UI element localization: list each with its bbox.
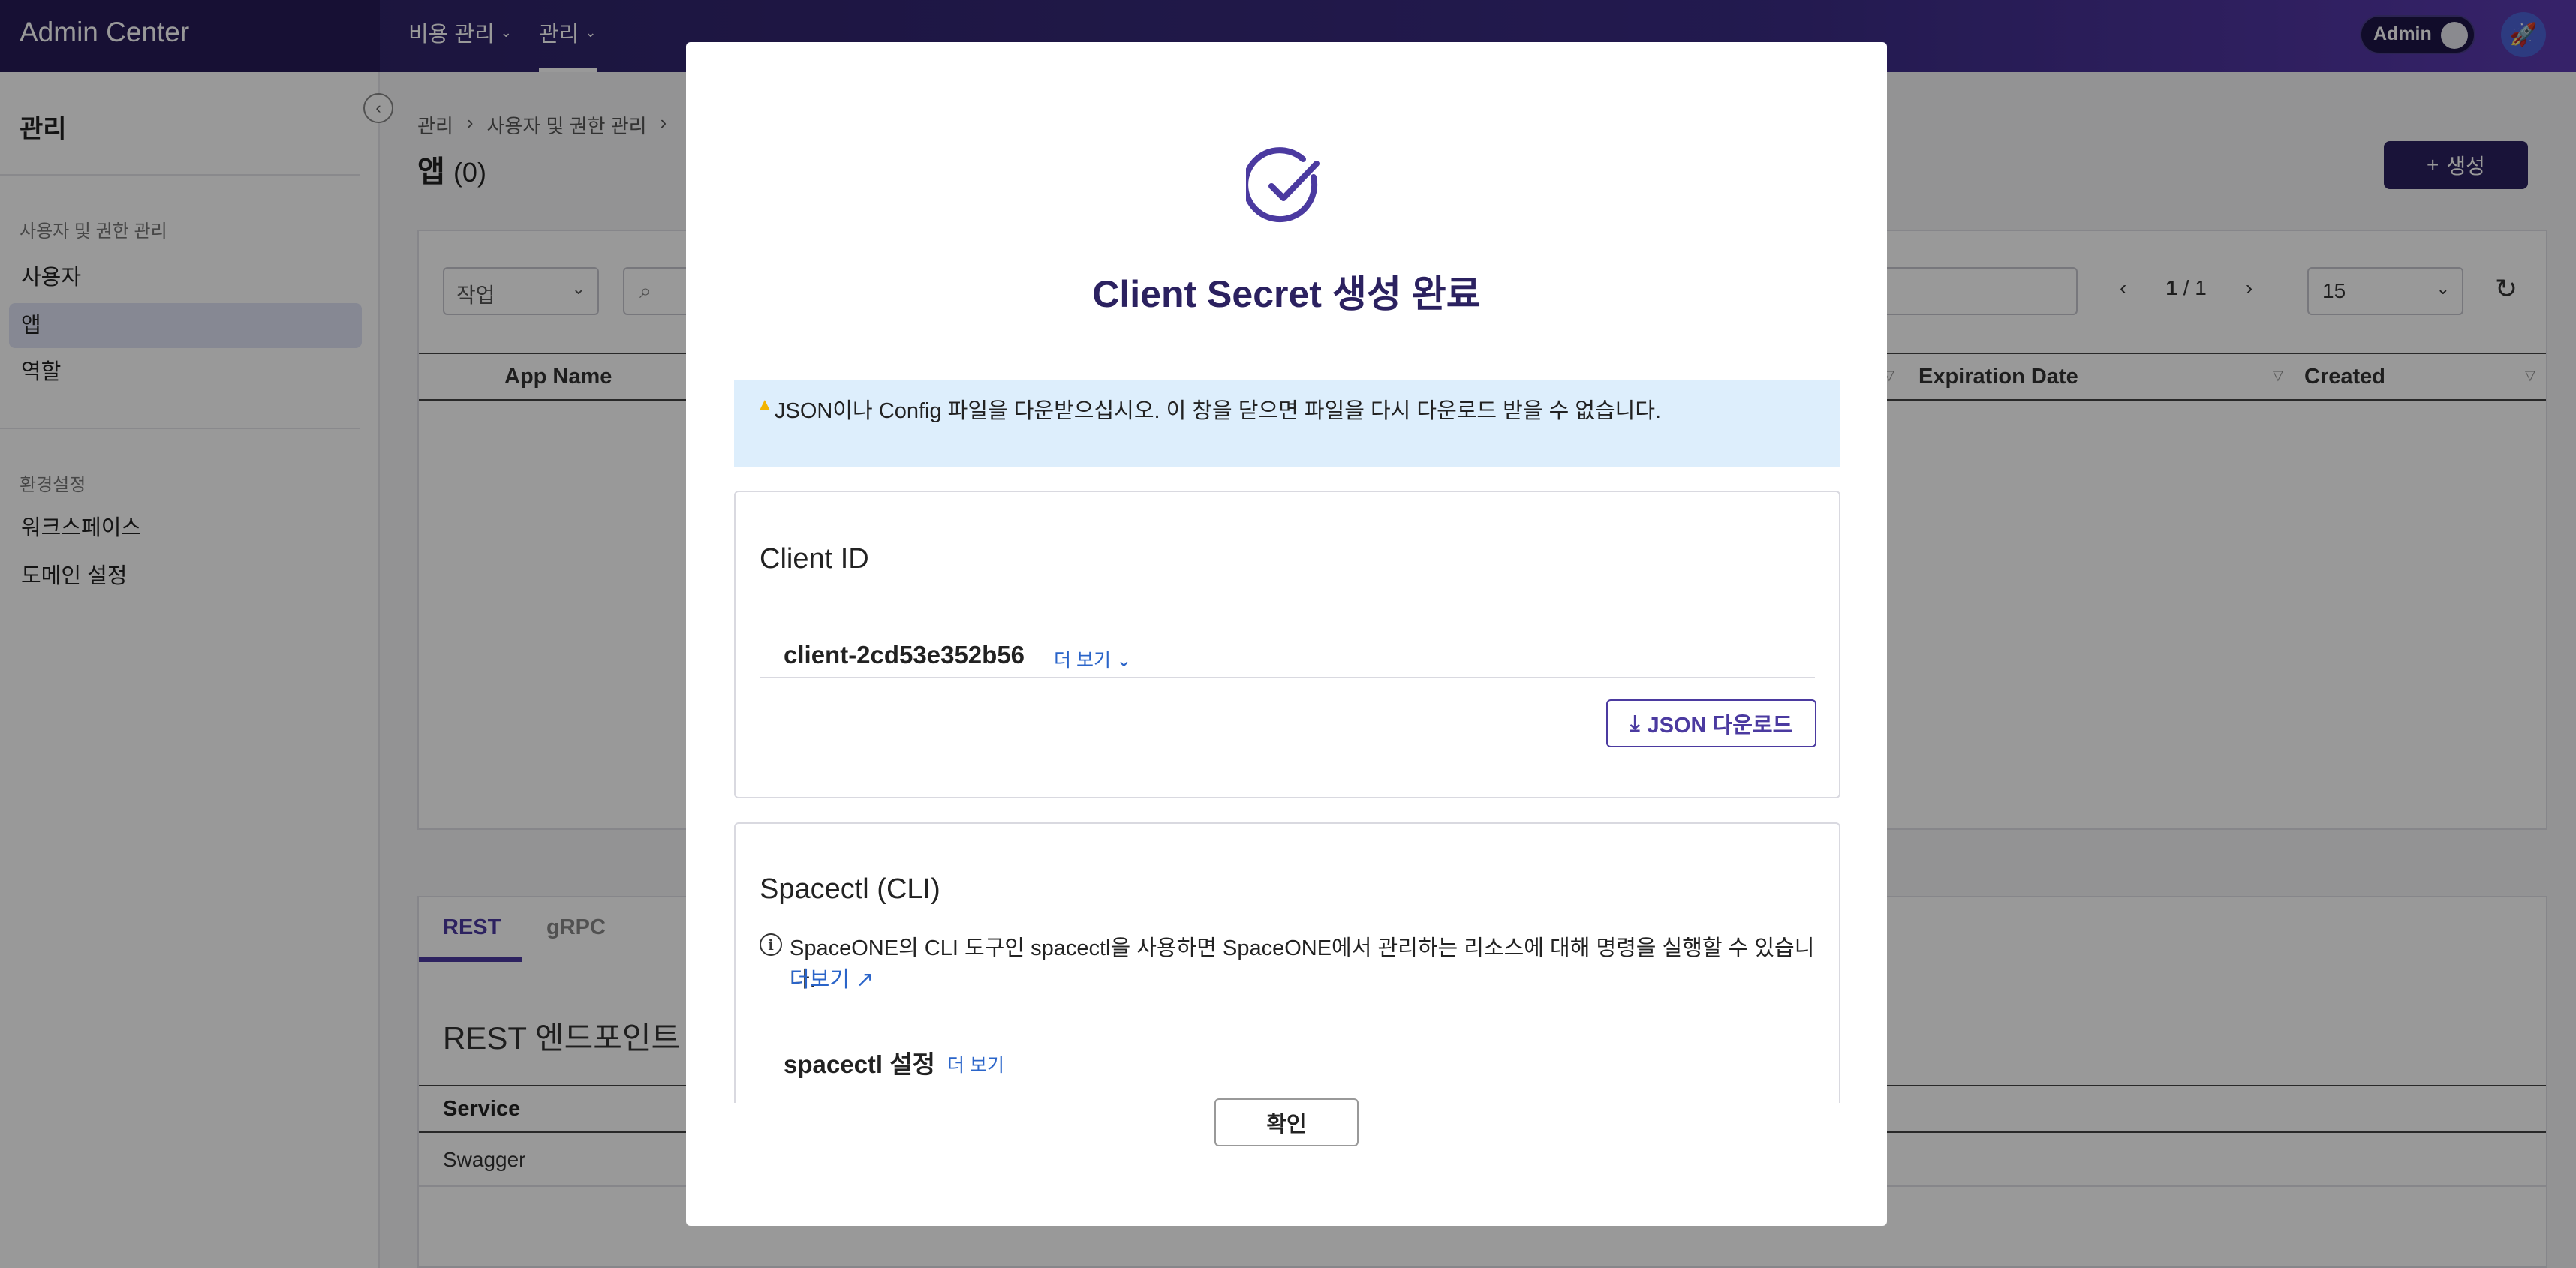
spacectl-setting-title: spacectl 설정 (784, 1050, 935, 1078)
info-icon: i (760, 933, 782, 956)
check-circle-icon (1246, 147, 1320, 223)
chevron-down-icon: ⌄ (1115, 650, 1132, 671)
download-icon: ⤓ (1630, 711, 1640, 735)
divider (760, 677, 1815, 678)
client-secret-modal: Client Secret 생성 완료 ▲ JSON이나 Config 파일을 … (686, 42, 1887, 1226)
modal-title: Client Secret 생성 완료 (1092, 273, 1481, 315)
spacectl-more-link[interactable]: 더보기 ↗ (790, 962, 874, 993)
json-download-label: JSON 다운로드 (1647, 714, 1793, 738)
warning-text: JSON이나 Config 파일을 다운받으십시오. 이 창을 닫으면 파일을 … (775, 399, 1662, 423)
client-id-card: Client ID client-2cd53e352b56 더 보기 ⌄ ⤓ J… (734, 491, 1840, 798)
more-label: 더 보기 (1054, 650, 1111, 671)
client-id-title: Client ID (760, 543, 869, 575)
modal-scroll-area[interactable]: ▲ JSON이나 Config 파일을 다운받으십시오. 이 창을 닫으면 파일… (686, 350, 1887, 1103)
external-link-icon: ↗ (856, 968, 874, 992)
more-link-label: 더보기 (790, 968, 850, 992)
spacectl-card: Spacectl (CLI) i SpaceONE의 CLI 도구인 space… (734, 822, 1840, 1103)
spacectl-description: SpaceONE의 CLI 도구인 spacectl을 사용하면 SpaceON… (790, 936, 1815, 992)
confirm-button[interactable]: 확인 (1214, 1098, 1359, 1146)
json-download-button[interactable]: ⤓ JSON 다운로드 (1606, 699, 1816, 747)
client-id-more-link[interactable]: 더 보기 ⌄ (1054, 645, 1132, 672)
spacectl-title: Spacectl (CLI) (760, 873, 940, 905)
client-id-value: client-2cd53e352b56 (784, 641, 1025, 669)
spacectl-setting-more-link[interactable]: 더 보기 (947, 1050, 1004, 1077)
warning-icon: ▲ (757, 395, 773, 413)
warning-notice: ▲ JSON이나 Config 파일을 다운받으십시오. 이 창을 닫으면 파일… (734, 380, 1840, 467)
